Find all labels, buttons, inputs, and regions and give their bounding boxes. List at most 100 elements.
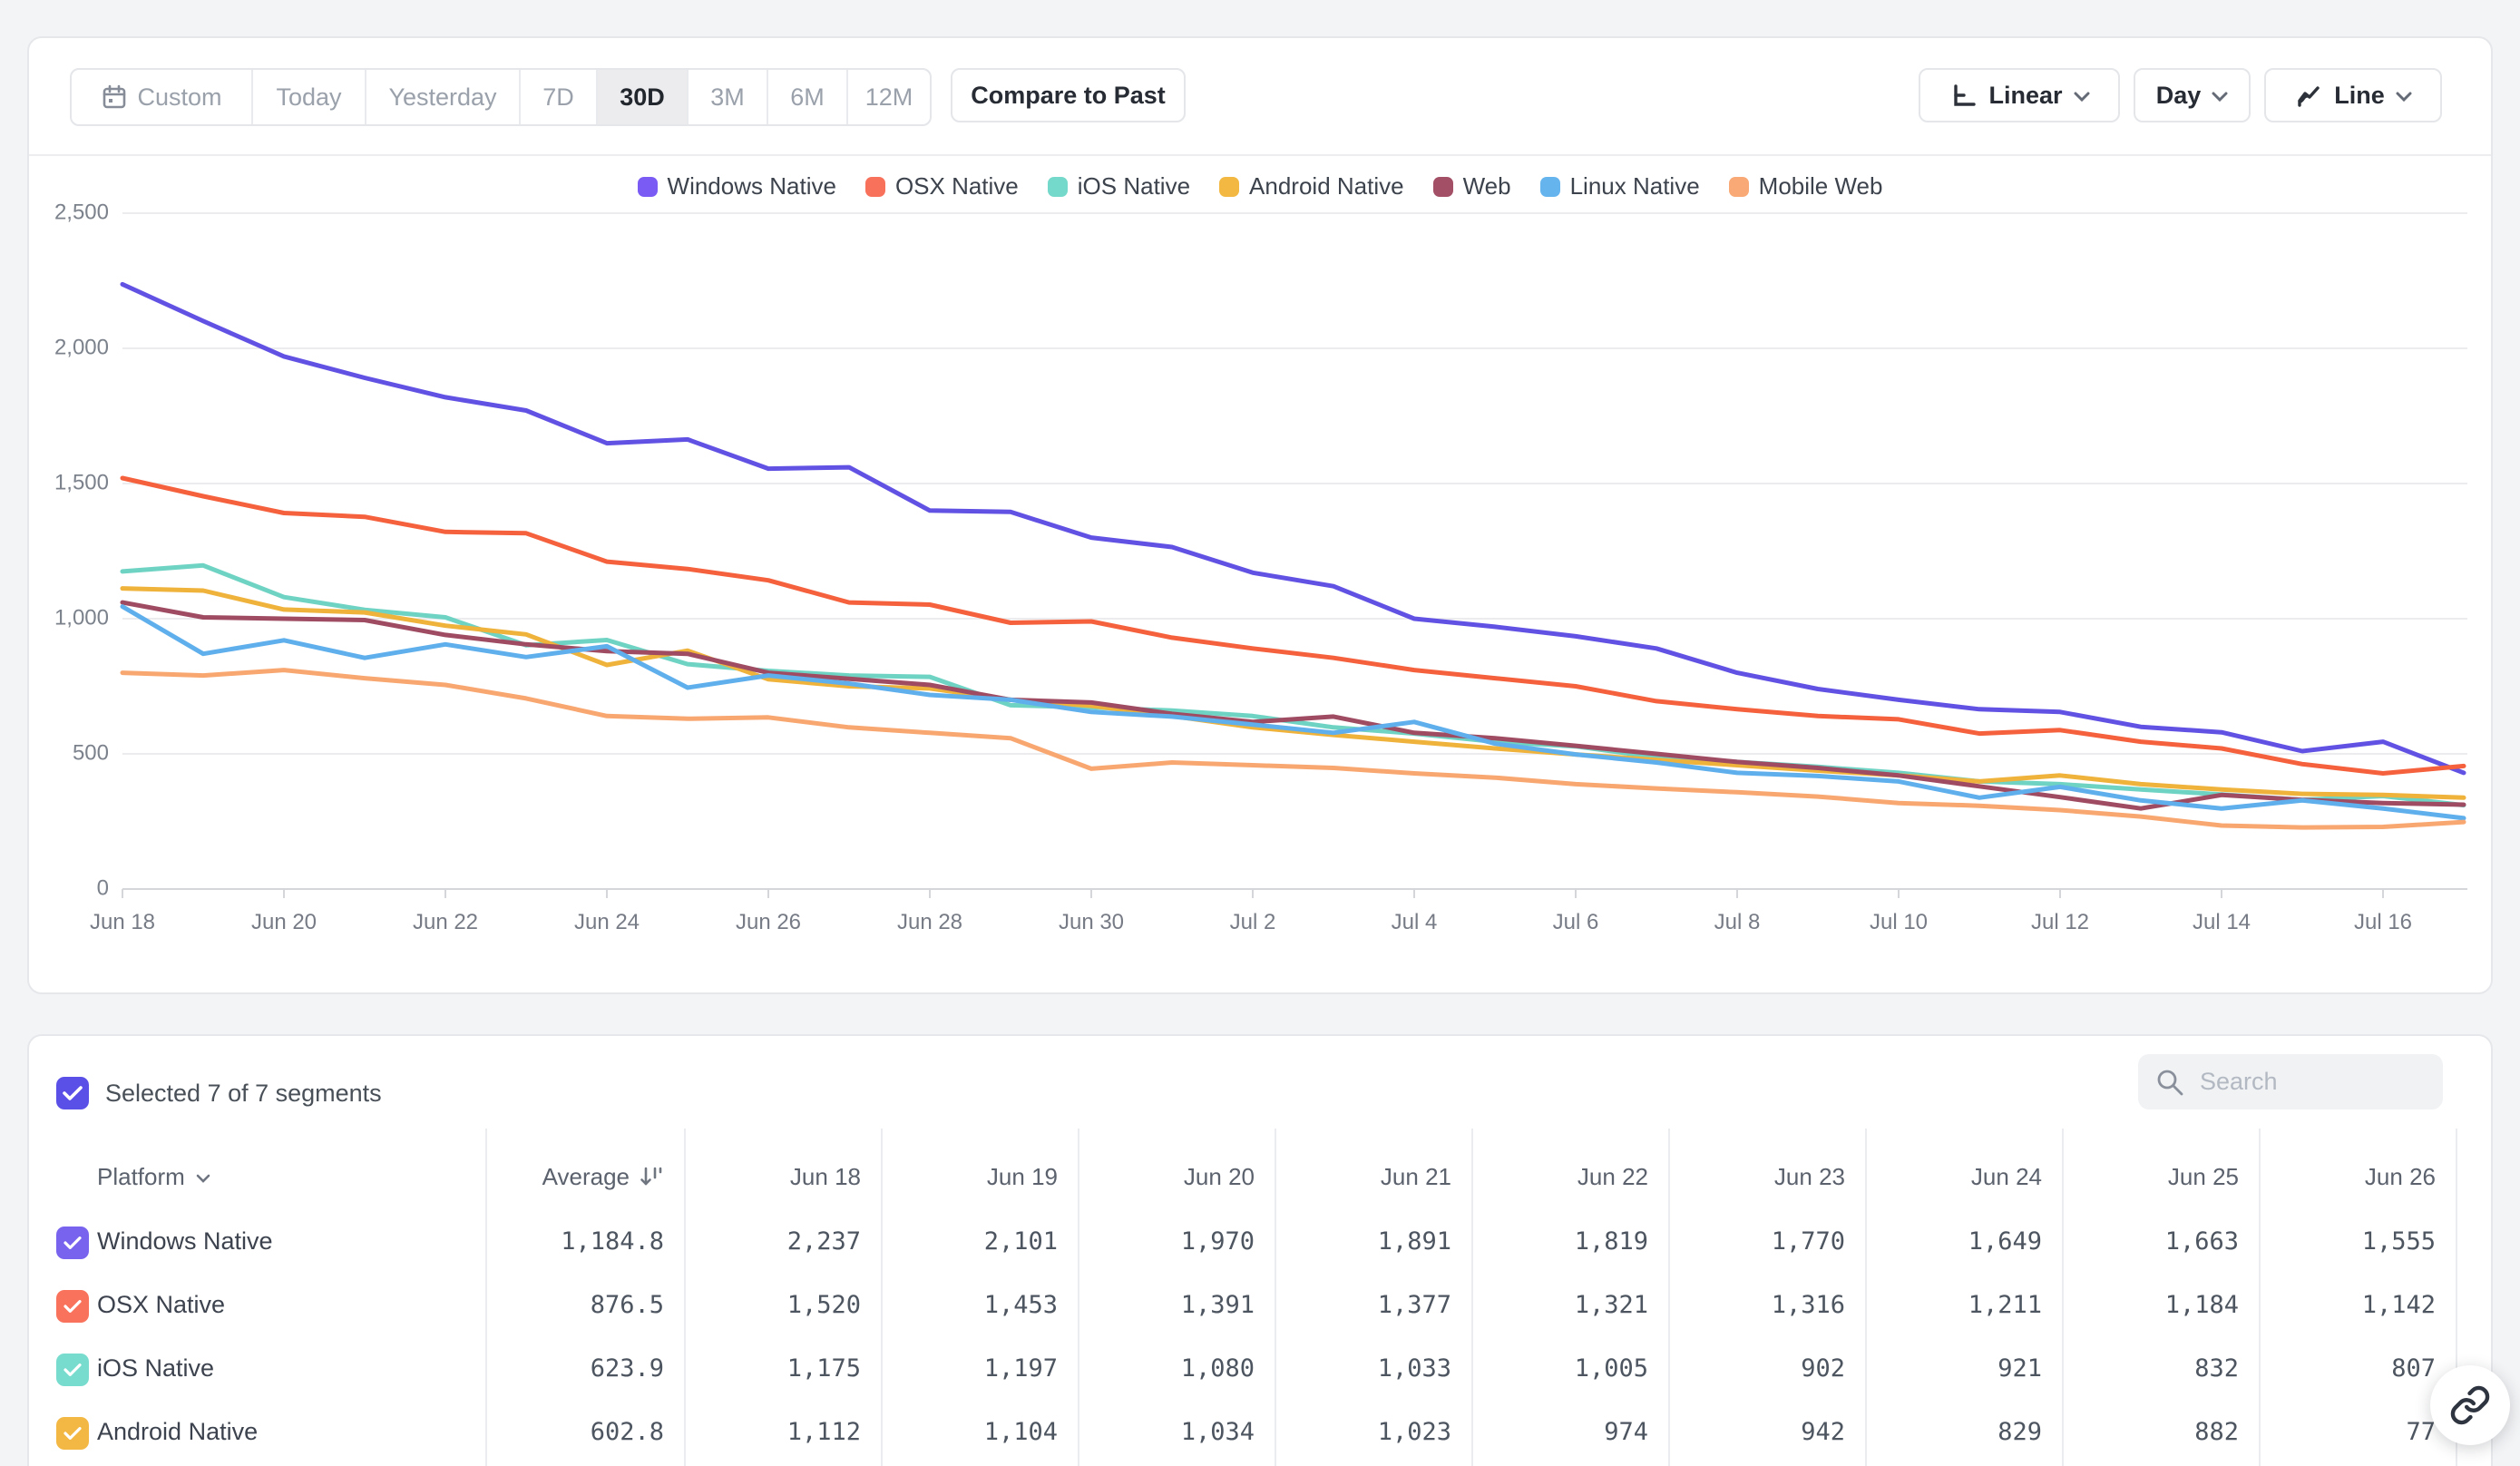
column-header-label: Jun 25 [2168,1163,2239,1191]
column-header-jun-20[interactable]: Jun 20 [1184,1158,1255,1195]
range-custom[interactable]: Custom [72,70,251,124]
column-header-average[interactable]: Average [542,1158,664,1195]
search-input[interactable] [2198,1067,2401,1097]
cell-osx-native-jun-25: 1,184 [2165,1291,2239,1319]
line-chart-icon [2294,81,2323,110]
cell-ios-native-average: 623.9 [591,1354,664,1383]
select-all-checkbox[interactable] [56,1077,89,1109]
search-icon [2154,1067,2185,1098]
cell-osx-native-jun-18: 1,520 [787,1291,861,1319]
range-6m[interactable]: 6M [767,70,846,124]
cell-ios-native-jun-21: 1,033 [1378,1354,1451,1383]
y-axis-label: 2,500 [54,200,109,224]
cell-android-native-jun-26: 77 [2406,1418,2436,1446]
x-axis-label: Jul 4 [1392,910,1438,934]
platform-header-label: Platform [97,1163,185,1191]
cell-osx-native-jun-26: 1,142 [2362,1291,2436,1319]
range-3m[interactable]: 3M [687,70,767,124]
row-checkbox-windows-native[interactable] [56,1227,89,1259]
cell-android-native-jun-23: 942 [1801,1418,1845,1446]
column-header-jun-19[interactable]: Jun 19 [987,1158,1058,1195]
column-header-label: Jun 21 [1381,1163,1451,1191]
y-axis-label: 500 [73,740,109,765]
range-label: 12M [865,83,913,112]
column-header-jun-18[interactable]: Jun 18 [790,1158,861,1195]
cell-ios-native-jun-22: 1,005 [1575,1354,1648,1383]
column-header-label: Jun 19 [987,1163,1058,1191]
range-7d[interactable]: 7D [519,70,596,124]
series-line-web[interactable] [122,602,2464,808]
calendar-icon [101,83,128,111]
range-label: Custom [137,83,221,112]
column-header-jun-23[interactable]: Jun 23 [1774,1158,1845,1195]
column-divider [1668,1129,1670,1466]
cell-osx-native-jun-21: 1,377 [1378,1291,1451,1319]
y-axis-label: 0 [97,875,109,900]
row-checkbox-osx-native[interactable] [56,1290,89,1323]
range-label: 30D [620,83,665,112]
x-axis-label: Jul 2 [1230,910,1276,934]
scale-label: Linear [1988,82,2062,110]
toolbar-divider [29,154,2491,156]
cell-android-native-jun-22: 974 [1604,1418,1648,1446]
column-header-label: Jun 18 [790,1163,861,1191]
x-axis-label: Jul 16 [2354,910,2412,934]
chevron-down-icon [2074,92,2090,103]
cell-windows-native-average: 1,184.8 [561,1227,664,1256]
row-checkbox-android-native[interactable] [56,1417,89,1450]
column-header-jun-21[interactable]: Jun 21 [1381,1158,1451,1195]
row-checkbox-ios-native[interactable] [56,1354,89,1386]
sort-descending-icon [639,1164,664,1189]
analytics-dashboard: Custom TodayYesterday 7D 30D 3M 6M 12M Compare… [0,0,2520,1466]
platform-name: Windows Native [97,1227,273,1256]
cell-windows-native-jun-22: 1,819 [1575,1227,1648,1256]
chevron-down-icon [2212,92,2228,103]
share-link-button[interactable] [2430,1365,2510,1445]
column-header-jun-24[interactable]: Jun 24 [1971,1158,2042,1195]
range-12m[interactable]: 12M [846,70,930,124]
search-box[interactable] [2138,1054,2443,1109]
column-divider [1865,1129,1867,1466]
column-header-platform[interactable]: Platform [97,1158,210,1195]
range-label: 7D [542,83,574,112]
cell-osx-native-average: 876.5 [591,1291,664,1319]
scale-select[interactable]: Linear [1919,68,2120,122]
chart-type-label: Line [2334,82,2385,110]
x-axis-label: Jul 10 [1870,910,1928,934]
date-range-control: Custom TodayYesterday 7D 30D 3M 6M 12M [70,68,932,126]
range-yesterday[interactable]: Yesterday [365,70,519,124]
column-header-label: Jun 24 [1971,1163,2042,1191]
cell-windows-native-jun-18: 2,237 [787,1227,861,1256]
cell-osx-native-jun-24: 1,211 [1968,1291,2042,1319]
x-axis-label: Jun 24 [574,910,640,934]
range-label: 3M [710,83,745,112]
cell-android-native-jun-20: 1,034 [1181,1418,1255,1446]
check-icon [63,1299,82,1314]
range-today[interactable]: Today [251,70,365,124]
y-axis-label: 1,500 [54,470,109,494]
range-30d[interactable]: 30D [596,70,687,124]
column-header-label: Jun 20 [1184,1163,1255,1191]
series-line-ios-native[interactable] [122,565,2464,805]
cell-ios-native-jun-24: 921 [1997,1354,2042,1383]
column-header-jun-26[interactable]: Jun 26 [2365,1158,2436,1195]
compare-to-past-button[interactable]: Compare to Past [951,68,1186,122]
column-divider [1471,1129,1473,1466]
platform-name: iOS Native [97,1354,214,1383]
x-axis-label: Jul 14 [2193,910,2251,934]
column-header-label: Jun 22 [1577,1163,1648,1191]
line-chart-plot[interactable]: 05001,0001,5002,0002,500Jun 18Jun 20Jun … [29,161,2495,996]
cell-ios-native-jun-23: 902 [1801,1354,1845,1383]
column-header-jun-25[interactable]: Jun 25 [2168,1158,2239,1195]
chevron-down-icon [2396,92,2412,103]
x-axis-label: Jun 30 [1059,910,1124,934]
cell-android-native-jun-19: 1,104 [984,1418,1058,1446]
cell-android-native-jun-24: 829 [1997,1418,2042,1446]
series-line-windows-native[interactable] [122,284,2464,773]
x-axis-label: Jun 28 [897,910,962,934]
interval-select[interactable]: Day [2134,68,2251,122]
x-axis-label: Jun 20 [251,910,317,934]
cell-windows-native-jun-25: 1,663 [2165,1227,2239,1256]
column-header-jun-22[interactable]: Jun 22 [1577,1158,1648,1195]
chart-type-select[interactable]: Line [2264,68,2442,122]
